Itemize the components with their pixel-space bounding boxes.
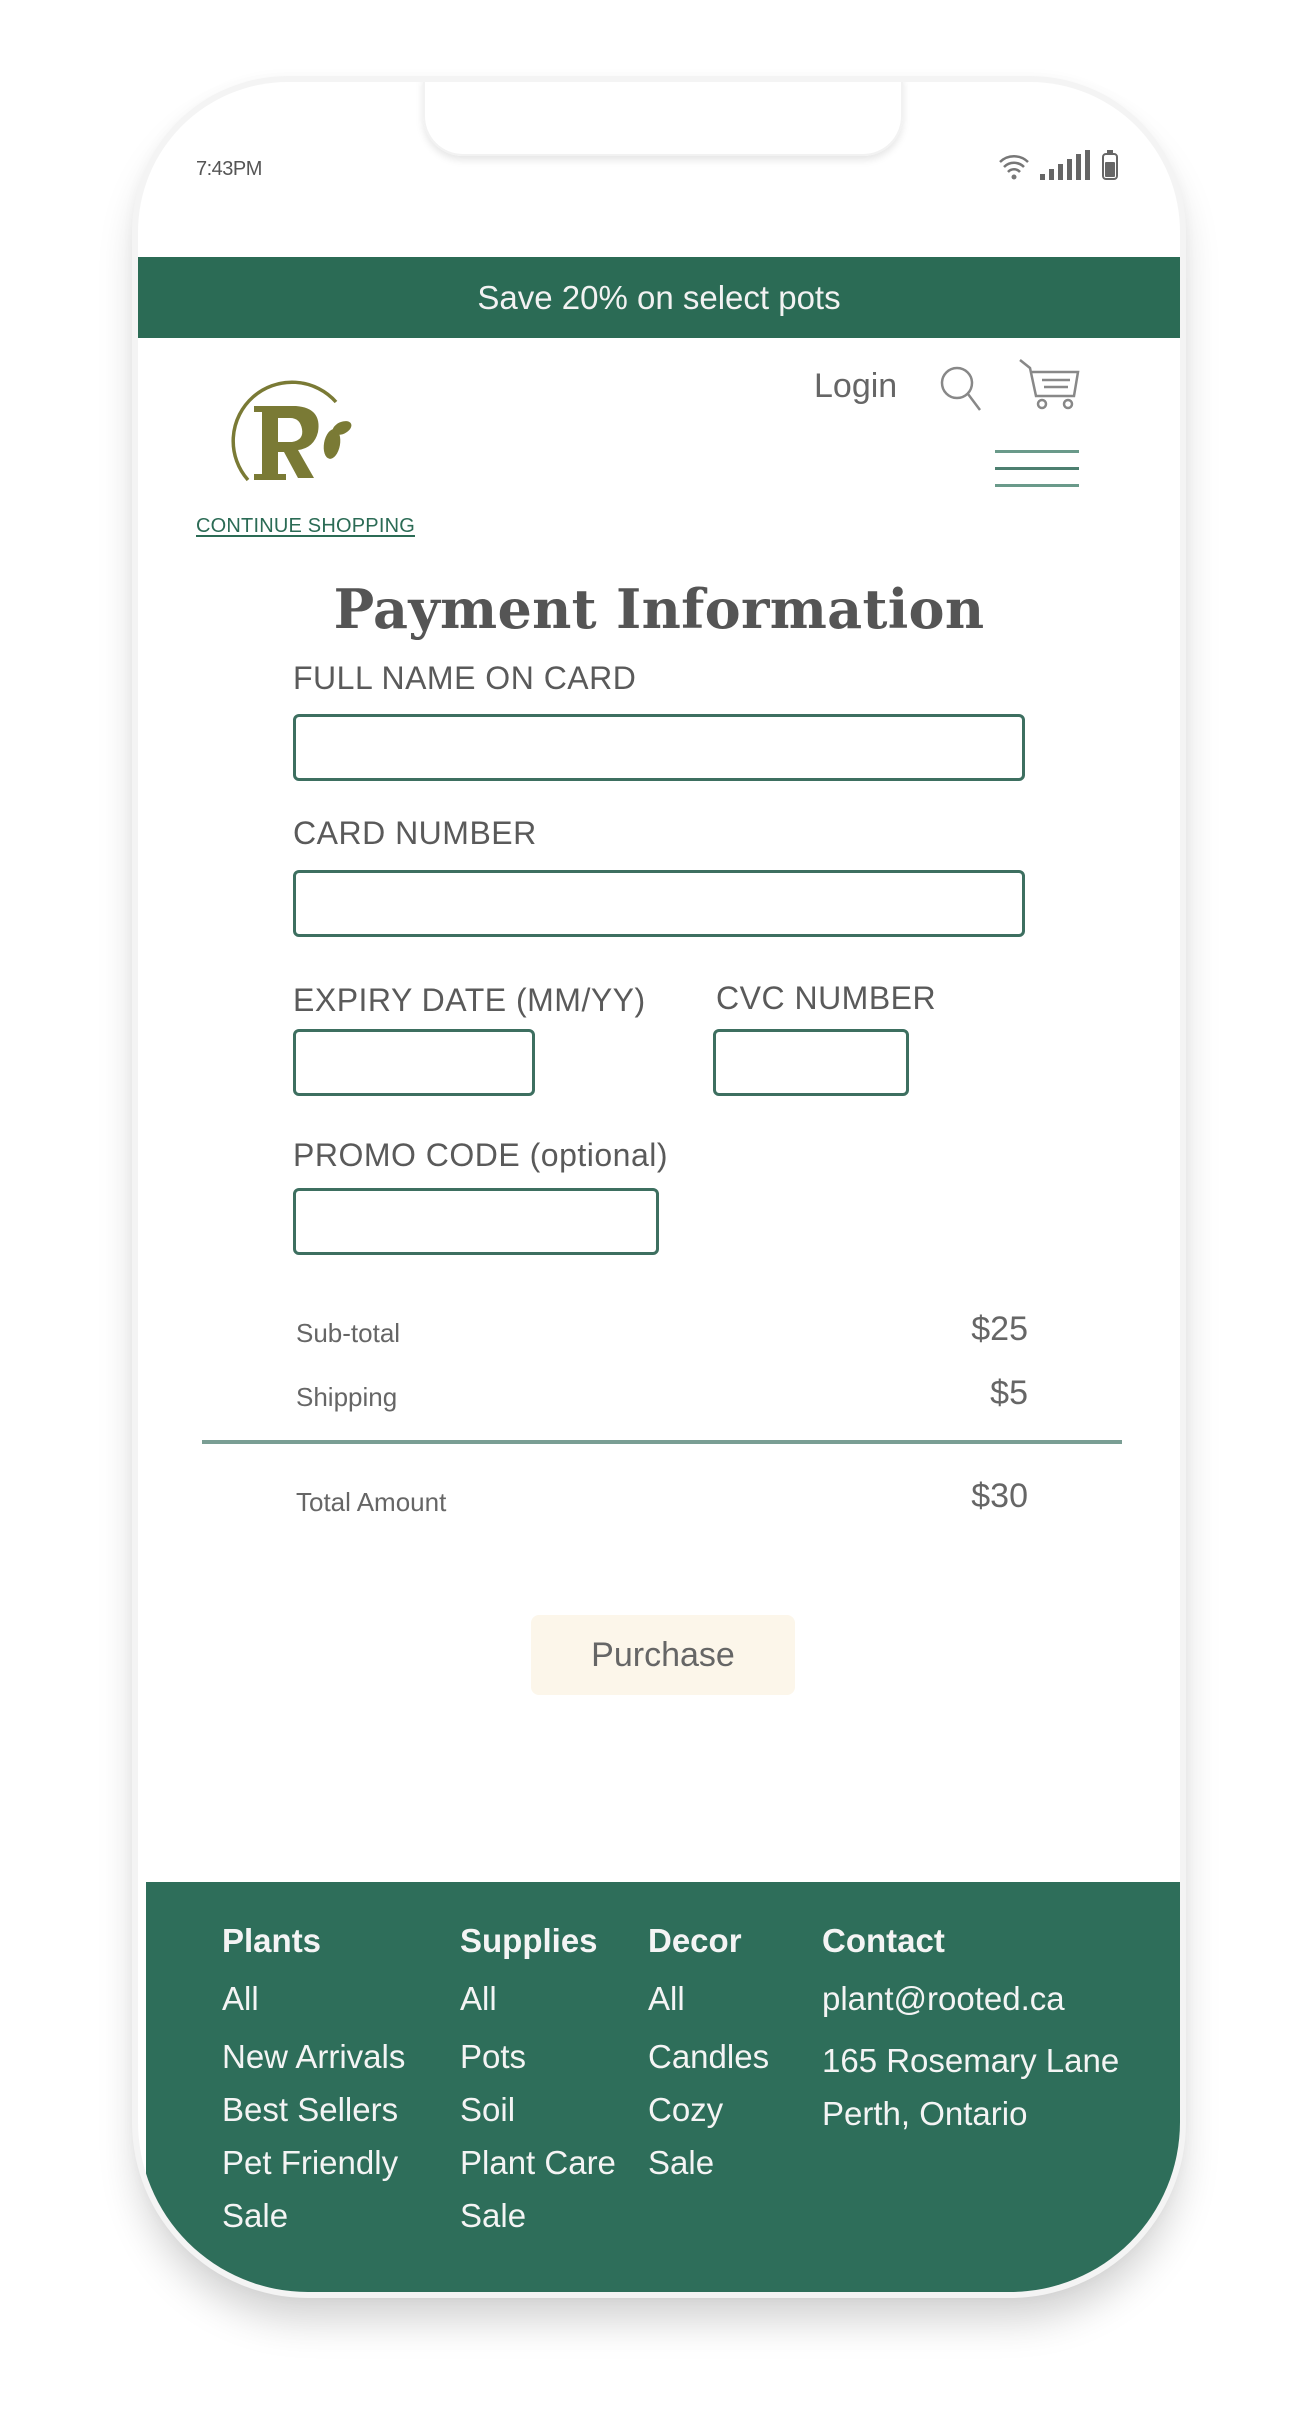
footer-link[interactable]: Soil (460, 2091, 616, 2144)
phone-frame: 7:43PM Save 20% on select pots CONTINUE … (138, 82, 1180, 2292)
summary-divider (202, 1440, 1122, 1444)
logo-icon (231, 380, 352, 482)
hamburger-line (995, 484, 1079, 487)
contact-email[interactable]: plant@rooted.ca (822, 1980, 1119, 2042)
footer-heading[interactable]: Supplies (460, 1922, 616, 1980)
footer: Plants All New Arrivals Best Sellers Pet… (146, 1882, 1180, 2292)
hamburger-line (995, 450, 1079, 453)
page-title: Payment Information (333, 577, 985, 641)
signal-icon (1040, 150, 1090, 180)
total-amount-value: $30 (971, 1477, 1028, 1515)
footer-link[interactable]: All (648, 1980, 769, 2038)
status-time: 7:43PM (196, 158, 262, 180)
full-name-input[interactable] (293, 714, 1025, 781)
footer-link[interactable]: Sale (648, 2144, 769, 2197)
hamburger-menu-icon[interactable] (995, 450, 1079, 494)
footer-link[interactable]: All (460, 1980, 616, 2038)
footer-link[interactable]: Candles (648, 2038, 769, 2091)
status-icons (998, 150, 1118, 180)
search-icon[interactable] (938, 364, 984, 419)
footer-heading[interactable]: Decor (648, 1922, 769, 1980)
shipping-label: Shipping (296, 1382, 398, 1412)
continue-shopping-link[interactable]: CONTINUE SHOPPING (196, 515, 415, 538)
shipping-value: $5 (990, 1374, 1028, 1412)
footer-column-contact: Contact plant@rooted.ca 165 Rosemary Lan… (822, 1922, 1119, 2148)
login-link[interactable]: Login (814, 367, 897, 406)
contact-address-line2: Perth, Ontario (822, 2095, 1028, 2132)
footer-heading: Contact (822, 1922, 945, 1959)
footer-link[interactable]: Sale (222, 2197, 405, 2250)
card-number-input[interactable] (293, 870, 1025, 937)
battery-icon (1102, 150, 1118, 180)
contact-address-line1: 165 Rosemary Lane (822, 2042, 1120, 2079)
footer-heading[interactable]: Plants (222, 1922, 405, 1980)
promo-code-label: PROMO CODE (optional) (293, 1137, 669, 1173)
footer-link[interactable]: All (222, 1980, 405, 2038)
footer-link[interactable]: Best Sellers (222, 2091, 405, 2144)
rooted-logo[interactable] (226, 362, 354, 494)
cvc-input[interactable] (713, 1029, 909, 1096)
footer-link[interactable]: Sale (460, 2197, 616, 2250)
cart-icon[interactable] (1018, 358, 1082, 417)
footer-link[interactable]: Cozy (648, 2091, 769, 2144)
phone-notch (423, 82, 903, 156)
total-amount-label: Total Amount (296, 1487, 447, 1517)
full-name-label: FULL NAME ON CARD (293, 660, 637, 696)
footer-column-plants: Plants All New Arrivals Best Sellers Pet… (222, 1922, 405, 2250)
footer-link[interactable]: New Arrivals (222, 2038, 405, 2091)
expiry-date-input[interactable] (293, 1029, 535, 1096)
promo-banner[interactable]: Save 20% on select pots (138, 257, 1180, 338)
purchase-button[interactable]: Purchase (531, 1615, 795, 1695)
footer-link[interactable]: Pots (460, 2038, 616, 2091)
footer-column-decor: Decor All Candles Cozy Sale (648, 1922, 769, 2197)
footer-link[interactable]: Pet Friendly (222, 2144, 405, 2197)
cvc-label: CVC NUMBER (716, 980, 937, 1016)
footer-column-supplies: Supplies All Pots Soil Plant Care Sale (460, 1922, 616, 2250)
wifi-icon (999, 155, 1029, 180)
footer-link[interactable]: Plant Care (460, 2144, 616, 2197)
subtotal-label: Sub-total (296, 1318, 401, 1348)
expiry-date-label: EXPIRY DATE (MM/YY) (293, 982, 646, 1018)
hamburger-line (995, 467, 1079, 470)
promo-code-input[interactable] (293, 1188, 659, 1255)
subtotal-value: $25 (971, 1310, 1028, 1348)
card-number-label: CARD NUMBER (293, 815, 537, 851)
